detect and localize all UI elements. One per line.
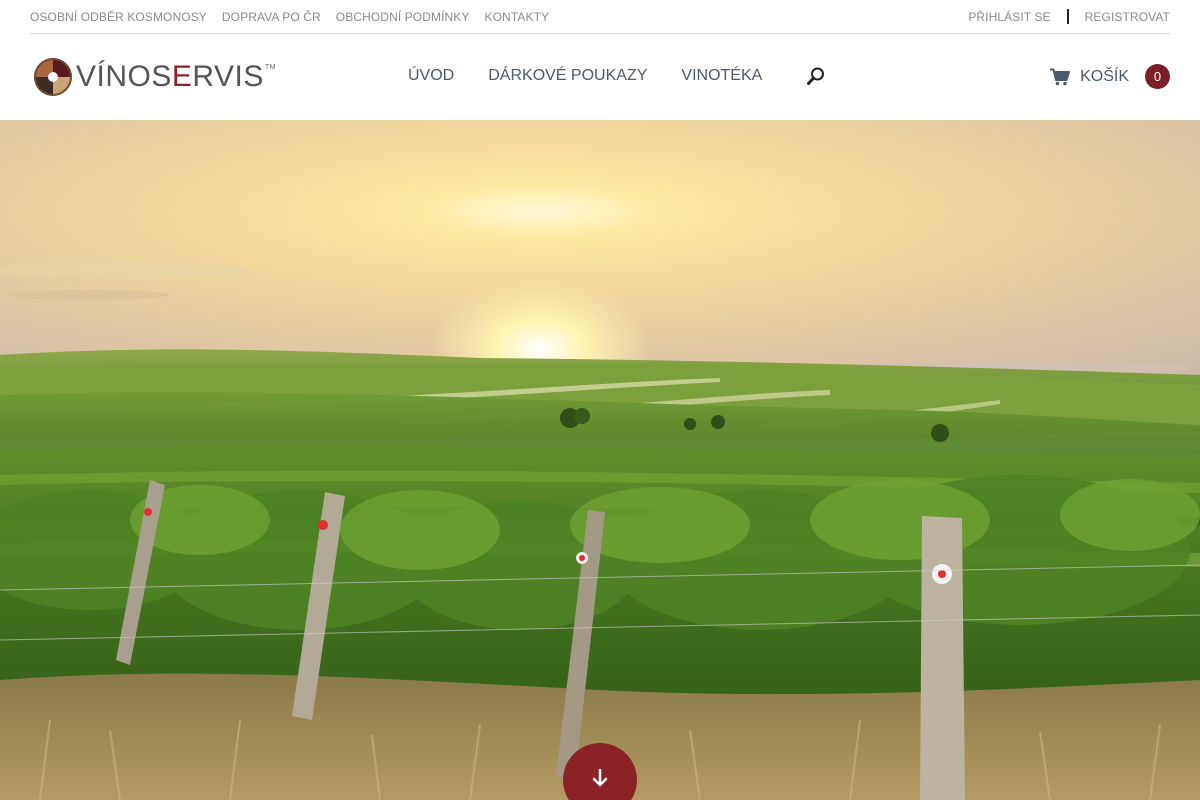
nav-item-gift-vouchers[interactable]: DÁRKOVÉ POUKAZY — [488, 67, 647, 85]
arrow-down-icon — [592, 768, 608, 787]
register-link[interactable]: REGISTROVAT — [1085, 10, 1170, 24]
nav-item-uvod[interactable]: ÚVOD — [408, 67, 454, 85]
top-link-pickup[interactable]: OSOBNÍ ODBĚR KOSMONOSY — [30, 10, 207, 24]
cart-button[interactable]: KOŠÍK 0 — [1050, 64, 1170, 89]
account-links: PŘIHLÁSIT SE REGISTROVAT — [968, 9, 1170, 24]
hero-vineyard-image — [0, 120, 1200, 800]
nav-item-vinoteka[interactable]: VINOTÉKA — [681, 67, 762, 85]
search-icon[interactable] — [806, 66, 826, 86]
site-header: VÍNOSERVISTM ÚVOD DÁRKOVÉ POUKAZY VINOTÉ… — [0, 34, 1200, 120]
login-link[interactable]: PŘIHLÁSIT SE — [968, 10, 1050, 24]
cart-icon — [1050, 68, 1071, 85]
logo-wordmark: VÍNOSERVISTM — [76, 60, 276, 93]
cart-label: KOŠÍK — [1080, 67, 1129, 85]
main-nav: ÚVOD DÁRKOVÉ POUKAZY VINOTÉKA — [408, 66, 826, 86]
top-link-contacts[interactable]: KONTAKTY — [485, 10, 550, 24]
hero-banner — [0, 120, 1200, 800]
logo-mark-icon — [34, 58, 72, 96]
cart-count-badge: 0 — [1145, 64, 1170, 89]
site-logo[interactable]: VÍNOSERVISTM — [34, 58, 276, 96]
top-utility-bar: OSOBNÍ ODBĚR KOSMONOSY DOPRAVA PO ČR OBC… — [30, 0, 1170, 34]
top-link-shipping[interactable]: DOPRAVA PO ČR — [222, 10, 321, 24]
top-link-terms[interactable]: OBCHODNÍ PODMÍNKY — [336, 10, 470, 24]
top-links: OSOBNÍ ODBĚR KOSMONOSY DOPRAVA PO ČR OBC… — [30, 10, 549, 24]
account-divider — [1066, 9, 1069, 24]
